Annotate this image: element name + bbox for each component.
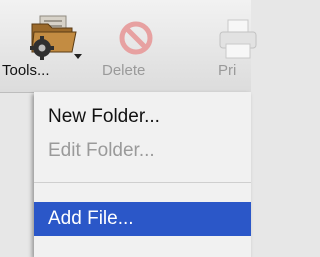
delete-label: Delete xyxy=(102,62,146,79)
printer-icon xyxy=(218,18,258,60)
toolbar: Tools... Delete Pri xyxy=(0,0,257,93)
print-label: Pri xyxy=(218,62,237,79)
tools-folder-gear-icon xyxy=(28,14,82,60)
menu-separator xyxy=(34,182,251,183)
menu-item-add-file[interactable]: Add File... xyxy=(34,202,251,236)
tools-dropdown-menu: New Folder... Edit Folder... Add File... xyxy=(34,92,251,257)
print-button[interactable]: Pri xyxy=(214,0,257,92)
delete-prohibited-icon xyxy=(118,20,154,56)
menu-item-new-folder[interactable]: New Folder... xyxy=(34,100,251,134)
menu-item-edit-folder[interactable]: Edit Folder... xyxy=(34,134,251,168)
tools-label: Tools... xyxy=(2,62,50,79)
tools-button[interactable]: Tools... xyxy=(0,0,90,92)
delete-button[interactable]: Delete xyxy=(96,0,172,92)
